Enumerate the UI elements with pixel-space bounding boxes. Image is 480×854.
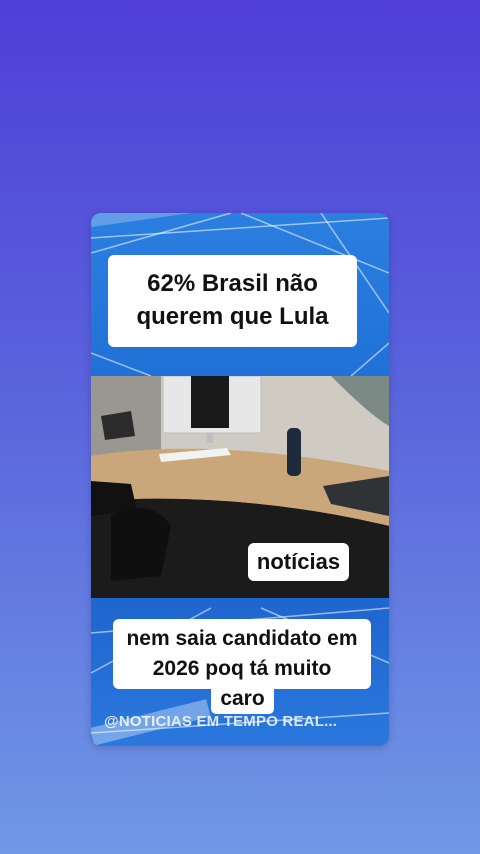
channel-watermark: @NOTICIAS EM TEMPO REAL... [104,713,338,730]
caption-tail-label: caro [211,689,274,714]
news-post-card[interactable]: 62% Brasil não querem que Lula notícias … [91,213,389,746]
headline-label: 62% Brasil não querem que Lula [108,255,357,347]
caption-label: nem saia candidato em 2026 poq tá muito [113,619,371,689]
news-tag-label: notícias [248,543,349,581]
